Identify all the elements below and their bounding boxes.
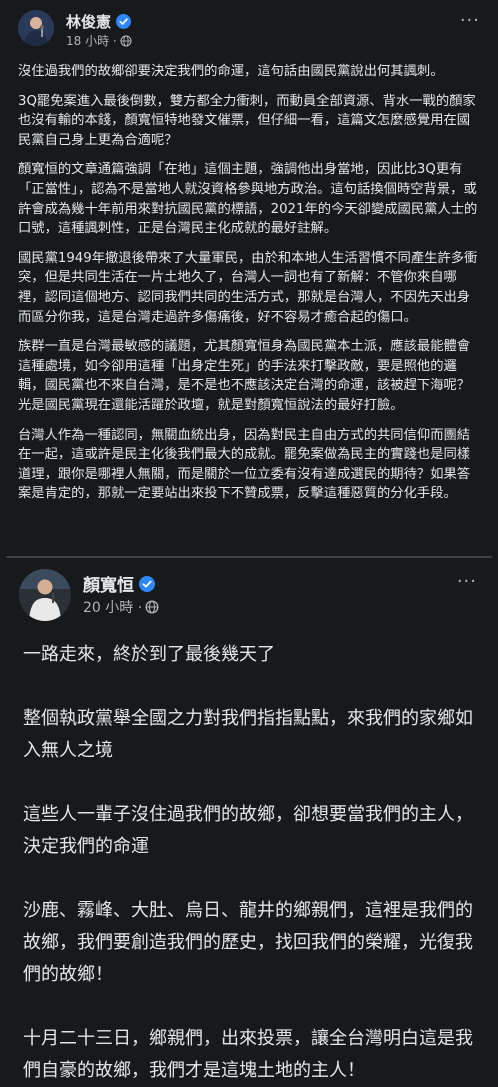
shared-post-paragraph: 十月二十三日，鄉親們，出來投票，讓全台灣明白這是我們自豪的故鄉，我們才是這塊土地… (23, 1028, 473, 1081)
facebook-post: 林俊憲 18 小時 · ··· 沒住過我們的故鄉卻要決定我們的命運，這句話由國民… (0, 0, 498, 1081)
globe-icon (145, 600, 159, 614)
shared-post-meta: 20 小時 · (83, 597, 159, 617)
post-paragraph: 沒住過我們的故鄉卻要決定我們的命運，這句話由國民黨說出何其諷刺。 (18, 64, 444, 79)
shared-post-body: 一路走來，終於到了最後幾天了 整個執政黨舉全國之力對我們指指點點，來我們的家鄉如… (7, 635, 491, 1087)
post-paragraph: 族群一直是台灣最敏感的議題，尤其顏寬恒身為國民黨本土派，應該最能體會這種處境，如… (18, 339, 471, 413)
verified-badge-icon (116, 14, 132, 29)
post-timestamp[interactable]: 18 小時 · (66, 32, 117, 49)
author-name-row: 林俊憲 (66, 11, 132, 32)
shared-post-card[interactable]: 顏寬恒 20 小時 · ··· 一路走來，終於到了最後幾天了 整個執政黨舉全國之… (6, 556, 492, 1081)
shared-author-avatar[interactable] (19, 569, 71, 621)
globe-icon (120, 34, 132, 47)
post-body: 沒住過我們的故鄉卻要決定我們的命運，這句話由國民黨說出何其諷刺。 3Q罷免案進入… (0, 56, 498, 504)
shared-post-timestamp[interactable]: 20 小時 · (83, 597, 142, 617)
post-meta: 18 小時 · (66, 32, 132, 49)
author-name[interactable]: 林俊憲 (66, 11, 111, 32)
shared-post-paragraph: 這些人一輩子沒住過我們的故鄉，卻想要當我們的主人，決定我們的命運 (23, 804, 473, 857)
shared-author-name-row: 顏寬恒 (83, 571, 155, 596)
more-options-icon[interactable]: ··· (453, 569, 481, 594)
shared-post-paragraph: 整個執政黨舉全國之力對我們指指點點，來我們的家鄉如入無人之境 (23, 708, 473, 761)
post-paragraph: 顏寬恒的文章通篇強調「在地」這個主題，強調他出身當地，因此比3Q更有「正當性」，… (18, 162, 478, 237)
post-paragraph: 台灣人作為一種認同，無關血統出身，因為對民主自由方式的共同信仰而團結在一起，這或… (18, 427, 471, 502)
post-paragraph: 3Q罷免案進入最後倒數，雙方都全力衝刺，而動員全部資源、背水一戰的顏家也沒有輸的… (18, 93, 476, 148)
shared-post-header: 顏寬恒 20 小時 · ··· (7, 557, 491, 635)
verified-badge-icon (139, 575, 155, 592)
shared-post-paragraph: 沙鹿、霧峰、大肚、烏日、龍井的鄉親們，這裡是我們的故鄉，我們要創造我們的歷史，找… (23, 900, 473, 985)
more-options-icon[interactable]: ··· (456, 8, 484, 33)
shared-author-name[interactable]: 顏寬恒 (83, 571, 134, 596)
post-header: 林俊憲 18 小時 · ··· (0, 0, 498, 56)
author-avatar[interactable] (18, 10, 54, 46)
post-paragraph: 國民黨1949年撤退後帶來了大量軍民，由於和本地人生活習慣不同產生許多衝突，但是… (18, 250, 478, 325)
shared-post-paragraph: 一路走來，終於到了最後幾天了 (23, 644, 275, 665)
